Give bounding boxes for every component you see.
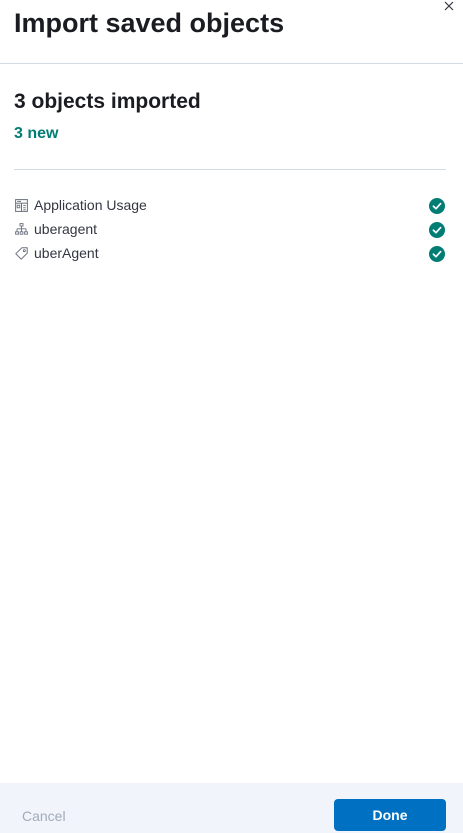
flyout-header: Import saved objects: [0, 0, 463, 64]
success-check-icon: [429, 222, 445, 238]
imported-objects-list: Application Usage uberagent uberAgent: [14, 193, 446, 265]
object-title: uberAgent: [34, 245, 99, 261]
import-flyout: Import saved objects 3 objects imported …: [0, 0, 463, 833]
new-count-label: 3 new: [14, 125, 59, 142]
object-title: Application Usage: [34, 197, 147, 213]
tag-icon: [14, 246, 28, 260]
done-button[interactable]: Done: [334, 799, 446, 831]
object-title: uberagent: [34, 221, 98, 237]
list-item: Application Usage: [14, 193, 446, 217]
cancel-button[interactable]: Cancel: [22, 807, 66, 825]
index-pattern-icon: [14, 222, 28, 236]
close-button[interactable]: [441, 0, 457, 14]
dashboard-icon: [14, 198, 28, 212]
divider: [14, 169, 446, 170]
flyout-footer: Cancel Done: [0, 783, 463, 833]
import-summary-title: 3 objects imported: [14, 90, 201, 113]
success-check-icon: [429, 198, 445, 214]
page-title: Import saved objects: [14, 8, 285, 38]
close-icon: [444, 1, 454, 11]
list-item: uberAgent: [14, 241, 446, 265]
list-item: uberagent: [14, 217, 446, 241]
success-check-icon: [429, 246, 445, 262]
